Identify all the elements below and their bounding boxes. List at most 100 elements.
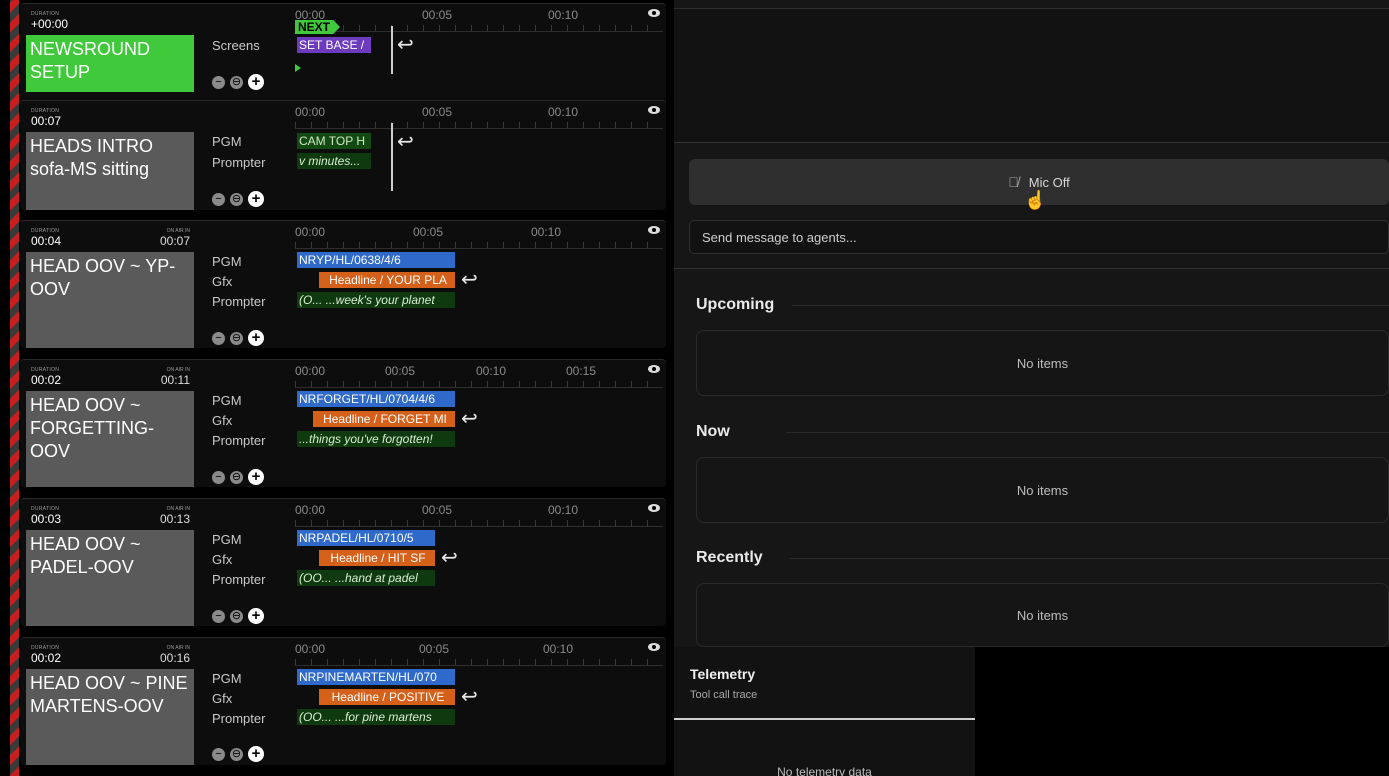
segment-title[interactable]: HEAD OOV ~ FORGETTING-OOV (26, 391, 194, 487)
tick-label: 00:00 (295, 503, 326, 517)
gfx-piece[interactable]: Headline / YOUR PLA (319, 272, 455, 288)
segment-title[interactable]: HEAD OOV ~ YP-OOV (26, 252, 194, 348)
layer-label: PGM (212, 671, 242, 686)
prompter-piece[interactable]: v minutes... (297, 153, 371, 169)
rundown-segment[interactable]: DURATION 00:07 HEADS INTRO sofa-MS sitti… (20, 100, 666, 210)
segment-title[interactable]: NEWSROUND SETUP (26, 35, 194, 92)
rundown-segment[interactable]: DURATION 00:04 ON AIR IN 00:07 HEAD OOV … (20, 220, 666, 348)
layer-label: PGM (212, 254, 242, 269)
prompter-piece[interactable]: ...things you've forgotten! (297, 431, 455, 447)
timeline-ruler (295, 519, 663, 527)
layer-label: PGM (212, 393, 242, 408)
duration-value: 00:02 (31, 373, 62, 387)
section-rule (789, 558, 1389, 559)
segment-info: DURATION 00:07 HEADS INTRO sofa-MS sitti… (23, 101, 194, 231)
gfx-piece[interactable]: Headline / FORGET MI (313, 411, 455, 427)
eye-icon[interactable] (648, 643, 660, 651)
segment-timeline[interactable]: 00:00 00:05 00:10 NRPINEMARTEN/HL/070 He… (295, 638, 663, 768)
pgm-piece[interactable]: NRPADEL/HL/0710/5 (297, 530, 435, 546)
mic-button-label: Mic Off (1028, 174, 1070, 190)
timeline-ruler (295, 658, 663, 666)
zoom-fit-icon[interactable]: ⊖ (230, 470, 243, 484)
pgm-piece[interactable]: CAM TOP H (297, 133, 371, 149)
zoom-fit-icon[interactable]: ⊖ (230, 609, 243, 623)
pgm-piece[interactable]: NRYP/HL/0638/4/6 (297, 252, 455, 268)
upcoming-list: No items (696, 330, 1389, 396)
zoom-out-icon[interactable]: − (212, 470, 225, 484)
segment-title[interactable]: HEADS INTRO sofa-MS sitting (26, 132, 194, 210)
segment-timeline[interactable]: 00:00 00:05 00:10 NRPADEL/HL/0710/5 Head… (295, 499, 663, 629)
segment-title[interactable]: HEAD OOV ~ PADEL-OOV (26, 530, 194, 626)
rundown-segment[interactable]: DURATION 00:02 ON AIR IN 00:11 HEAD OOV … (20, 359, 666, 487)
app-root: DURATION +00:00 NEWSROUND SETUP Screens … (0, 0, 1389, 776)
segment-timeline[interactable]: 00:00 00:05 00:10 00:15 NRFORGET/HL/0704… (295, 360, 663, 490)
zoom-in-icon[interactable]: + (248, 469, 264, 485)
gfx-piece[interactable]: Headline / POSITIVE (319, 689, 455, 705)
return-arrow-icon: ↩ (397, 131, 414, 153)
zoom-out-icon[interactable]: − (212, 331, 225, 345)
duration-value: 00:04 (31, 234, 62, 248)
duration-value: +00:00 (31, 17, 69, 31)
eye-icon[interactable] (648, 504, 660, 512)
zoom-in-icon[interactable]: + (248, 330, 264, 346)
timeline-ruler (295, 380, 663, 388)
tick-label: 00:05 (419, 642, 450, 656)
zoom-fit-icon[interactable]: ⊖ (230, 331, 243, 345)
segment-timeline[interactable]: 00:00 00:05 00:10 CAM TOP H v minutes...… (295, 101, 663, 231)
zoom-fit-icon[interactable]: ⊖ (230, 747, 243, 761)
zoom-fit-icon[interactable]: ⊖ (230, 192, 243, 206)
return-arrow-icon: ↩ (461, 408, 478, 430)
tick-label: 00:00 (295, 364, 326, 378)
duration-value: 00:03 (31, 512, 62, 526)
layer-label: PGM (212, 134, 242, 149)
return-arrow-icon: ↩ (461, 686, 478, 708)
zoom-fit-icon[interactable]: ⊖ (230, 75, 243, 89)
on-air-stripe (10, 0, 19, 776)
layer-labels: PGM Gfx Prompter − ⊖ + (212, 499, 292, 629)
tick-label: 00:05 (422, 8, 453, 22)
agent-panel: 🎙̸ Mic Off Upcoming No items Now No item… (674, 0, 1389, 776)
zoom-out-icon[interactable]: − (212, 747, 225, 761)
pgm-piece[interactable]: NRFORGET/HL/0704/4/6 (297, 391, 455, 407)
agent-message-input[interactable] (689, 220, 1389, 254)
prompter-piece[interactable]: (OO... ...hand at padel (297, 570, 435, 586)
return-arrow-icon: ↩ (441, 547, 458, 569)
recently-heading: Recently (696, 549, 763, 566)
tick-label: 00:05 (422, 105, 453, 119)
zoom-in-icon[interactable]: + (248, 74, 264, 90)
telemetry-subtitle: Tool call trace (690, 689, 758, 701)
prompter-piece[interactable]: (O... ...week's your planet (297, 292, 455, 308)
tick-label: 00:05 (385, 364, 416, 378)
timeline-ruler (295, 241, 663, 249)
tick-label: 00:00 (295, 225, 326, 239)
eye-icon[interactable] (648, 9, 660, 17)
return-arrow-icon: ↩ (397, 34, 414, 56)
segment-title[interactable]: HEAD OOV ~ PINE MARTENS-OOV (26, 669, 194, 765)
eye-icon[interactable] (648, 226, 660, 234)
tick-label: 00:05 (422, 503, 453, 517)
zoom-out-icon[interactable]: − (212, 192, 225, 206)
timeline-ruler (295, 24, 663, 32)
layer-label: Gfx (212, 274, 233, 289)
zoom-out-icon[interactable]: − (212, 75, 225, 89)
section-rule (792, 305, 1389, 306)
rundown-panel: DURATION +00:00 NEWSROUND SETUP Screens … (0, 0, 672, 776)
screens-piece[interactable]: SET BASE / (297, 37, 371, 53)
zoom-in-icon[interactable]: + (248, 608, 264, 624)
layer-label: Prompter (212, 711, 266, 726)
eye-icon[interactable] (648, 106, 660, 114)
segment-timeline[interactable]: 00:00 00:05 00:10 NRYP/HL/0638/4/6 Headl… (295, 221, 663, 351)
zoom-out-icon[interactable]: − (212, 609, 225, 623)
eye-icon[interactable] (648, 365, 660, 373)
gfx-piece[interactable]: Headline / HIT SF (319, 550, 435, 566)
pgm-piece[interactable]: NRPINEMARTEN/HL/070 (297, 669, 455, 685)
prompter-piece[interactable]: (OO... ...for pine martens (297, 709, 455, 725)
zoom-in-icon[interactable]: + (248, 191, 264, 207)
rundown-segment[interactable]: DURATION 00:02 ON AIR IN 00:16 HEAD OOV … (20, 637, 666, 765)
tick-label: 00:10 (531, 225, 562, 239)
upcoming-heading: Upcoming (696, 296, 775, 313)
zoom-in-icon[interactable]: + (248, 746, 264, 762)
zoom-controls: − ⊖ + (212, 469, 264, 485)
rundown-segment[interactable]: DURATION 00:03 ON AIR IN 00:13 HEAD OOV … (20, 498, 666, 626)
layer-label: Gfx (212, 413, 233, 428)
